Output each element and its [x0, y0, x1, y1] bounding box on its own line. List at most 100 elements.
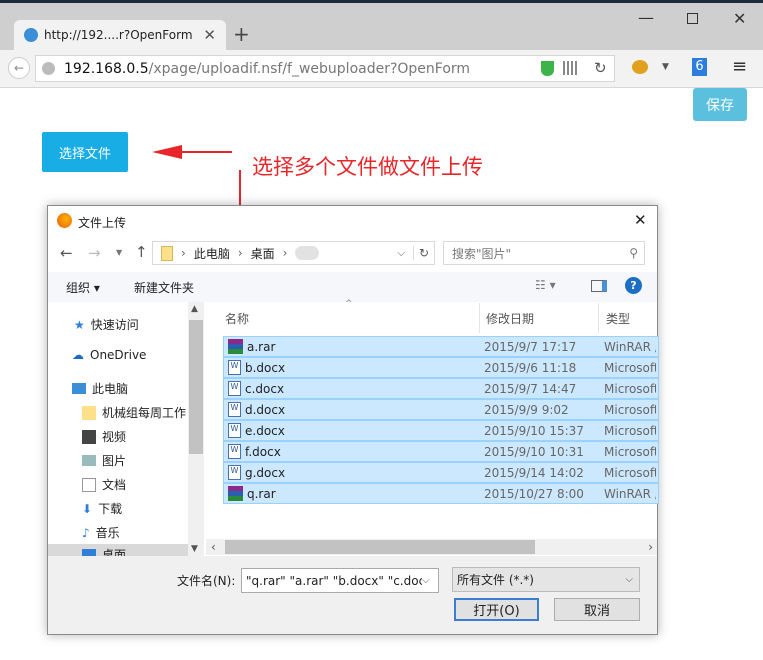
music-icon: ♪ — [82, 525, 90, 540]
organize-button[interactable]: 组织 ▾ — [66, 279, 100, 296]
navigation-pane: ★ 快速访问 ☁ OneDrive 此电脑 机械组每周工作 视频 图片 文档 ⬇ 下载… — [48, 302, 204, 556]
horizontal-scrollbar[interactable]: ‹ › — [206, 539, 657, 555]
sidebar-item-pictures[interactable]: 图片 — [82, 452, 126, 469]
file-date: 2015/9/7 17:17 — [484, 339, 577, 354]
word-document-icon: W — [228, 381, 241, 396]
cancel-button[interactable]: 取消 — [554, 598, 640, 621]
back-nav-button[interactable]: ← — [60, 244, 73, 262]
sidebar-item-video[interactable]: 视频 — [82, 428, 126, 445]
file-name: f.docx — [245, 444, 281, 459]
sidebar-item-folder[interactable]: 机械组每周工作 — [82, 404, 186, 421]
file-row[interactable]: Wd.docx 2015/9/9 9:02 Microsoft Word — [223, 399, 659, 420]
cloud-icon: ☁ — [72, 348, 84, 362]
column-divider[interactable] — [598, 303, 599, 333]
breadcrumb-bar[interactable]: › 此电脑 › 桌面 › ⌵ ↻ — [152, 241, 435, 265]
file-name: e.docx — [245, 423, 285, 438]
file-row[interactable]: Wc.docx 2015/9/7 14:47 Microsoft Word — [223, 378, 659, 399]
sidebar-label: 音乐 — [95, 526, 120, 540]
horizontal-scroll-thumb[interactable] — [225, 540, 535, 554]
sidebar-label: OneDrive — [90, 348, 147, 362]
forward-nav-button[interactable]: → — [88, 244, 101, 262]
search-input[interactable]: 搜索"图片" ⚲ — [443, 241, 645, 265]
arrow-left-head — [152, 145, 182, 159]
file-type-value: 所有文件 (*.*) — [457, 573, 534, 587]
open-button[interactable]: 打开(O) — [454, 598, 539, 621]
sidebar-label: 桌面 — [102, 547, 127, 557]
sidebar-label: 图片 — [102, 454, 127, 468]
view-options-icon[interactable]: ☷ ▾ — [535, 278, 556, 292]
column-divider[interactable] — [479, 303, 480, 333]
sidebar-item-quick-access[interactable]: ★ 快速访问 — [74, 316, 139, 333]
file-type: Microsoft Word — [604, 402, 656, 417]
file-date: 2015/9/6 11:18 — [484, 360, 577, 375]
file-row[interactable]: Wb.docx 2015/9/6 11:18 Microsoft Word — [223, 357, 659, 378]
file-row[interactable]: q.rar 2015/10/27 8:00 WinRAR 压缩文件 — [223, 483, 659, 504]
desktop-icon — [82, 549, 96, 556]
file-date: 2015/9/9 9:02 — [484, 402, 569, 417]
search-icon: ⚲ — [629, 246, 638, 260]
sidebar-item-desktop[interactable]: 桌面 — [48, 544, 188, 556]
preview-pane-icon[interactable] — [591, 280, 607, 292]
download-icon: ⬇ — [82, 501, 93, 516]
breadcrumb-item[interactable]: 此电脑 — [194, 245, 230, 262]
file-upload-dialog: 文件上传 ✕ ← → ▼ ↑ › 此电脑 › 桌面 › ⌵ ↻ 搜索"图片" ⚲ 组… — [47, 205, 659, 635]
blurred-item — [295, 246, 320, 260]
video-icon — [82, 429, 96, 444]
sidebar-label: 视频 — [102, 430, 127, 444]
file-date: 2015/9/10 15:37 — [484, 423, 584, 438]
file-row[interactable]: a.rar 2015/9/7 17:17 WinRAR 压缩文件 — [223, 336, 659, 357]
refresh-icon[interactable]: ↻ — [412, 246, 434, 260]
sidebar-item-documents[interactable]: 文档 — [82, 476, 126, 493]
column-header-name[interactable]: 名称 — [225, 310, 249, 327]
firefox-icon — [57, 213, 72, 228]
dialog-title: 文件上传 — [78, 216, 127, 230]
file-type: Microsoft Word — [604, 465, 656, 480]
computer-icon — [72, 383, 86, 394]
dialog-close-button[interactable]: ✕ — [634, 211, 647, 229]
sidebar-label: 此电脑 — [92, 382, 129, 396]
word-document-icon: W — [228, 465, 241, 480]
file-name: a.rar — [247, 339, 276, 354]
word-document-icon: W — [228, 360, 241, 375]
recent-dropdown[interactable]: ▼ — [116, 248, 122, 257]
file-row[interactable]: Wg.docx 2015/9/14 14:02 Microsoft Word — [223, 462, 659, 483]
folder-icon — [161, 245, 173, 261]
file-type: Microsoft Word — [604, 360, 656, 375]
sidebar-item-music[interactable]: ♪ 音乐 — [82, 524, 120, 541]
new-folder-button[interactable]: 新建文件夹 — [134, 279, 194, 296]
chevron-down-icon[interactable]: ⌵ — [397, 248, 405, 259]
file-type: Microsoft Word — [604, 423, 656, 438]
star-icon: ★ — [74, 317, 85, 332]
file-type: Microsoft Word — [604, 444, 656, 459]
file-row[interactable]: Wf.docx 2015/9/10 10:31 Microsoft Word — [223, 441, 659, 462]
file-row[interactable]: We.docx 2015/9/10 15:37 Microsoft Word — [223, 420, 659, 441]
sidebar-scrollbar[interactable]: ▲ ▼ — [188, 302, 204, 556]
file-date: 2015/9/10 10:31 — [484, 444, 584, 459]
sidebar-item-onedrive[interactable]: ☁ OneDrive — [72, 348, 146, 362]
sidebar-item-downloads[interactable]: ⬇ 下载 — [82, 500, 122, 517]
sidebar-scroll-thumb[interactable] — [189, 320, 203, 454]
file-name: g.docx — [245, 465, 286, 480]
file-name: c.docx — [245, 381, 285, 396]
file-date: 2015/9/7 14:47 — [484, 381, 577, 396]
file-name: b.docx — [245, 360, 286, 375]
folder-icon — [82, 405, 96, 420]
picture-icon — [82, 455, 96, 466]
column-header-type[interactable]: 类型 — [606, 310, 630, 327]
filename-input[interactable]: "q.rar" "a.rar" "b.docx" "c.docx" "d.doc… — [241, 568, 439, 593]
winrar-icon — [228, 486, 243, 501]
annotation-text: 选择多个文件做文件上传 — [252, 155, 483, 179]
breadcrumb-item[interactable]: 桌面 — [251, 245, 275, 262]
file-name: d.docx — [245, 402, 286, 417]
file-name: q.rar — [247, 486, 276, 501]
sidebar-item-this-pc[interactable]: 此电脑 — [72, 380, 128, 397]
sidebar-label: 快速访问 — [90, 318, 139, 332]
file-type: WinRAR 压缩文件 — [604, 340, 656, 354]
word-document-icon: W — [228, 402, 241, 417]
filename-value: "q.rar" "a.rar" "b.docx" "c.docx" "d.doc… — [246, 573, 422, 588]
up-button[interactable]: ↑ — [135, 243, 148, 261]
file-type-select[interactable]: 所有文件 (*.*) ⌵ — [452, 567, 640, 592]
document-icon — [82, 477, 96, 492]
column-header-date[interactable]: 修改日期 — [486, 310, 534, 327]
help-icon[interactable]: ? — [625, 277, 642, 294]
